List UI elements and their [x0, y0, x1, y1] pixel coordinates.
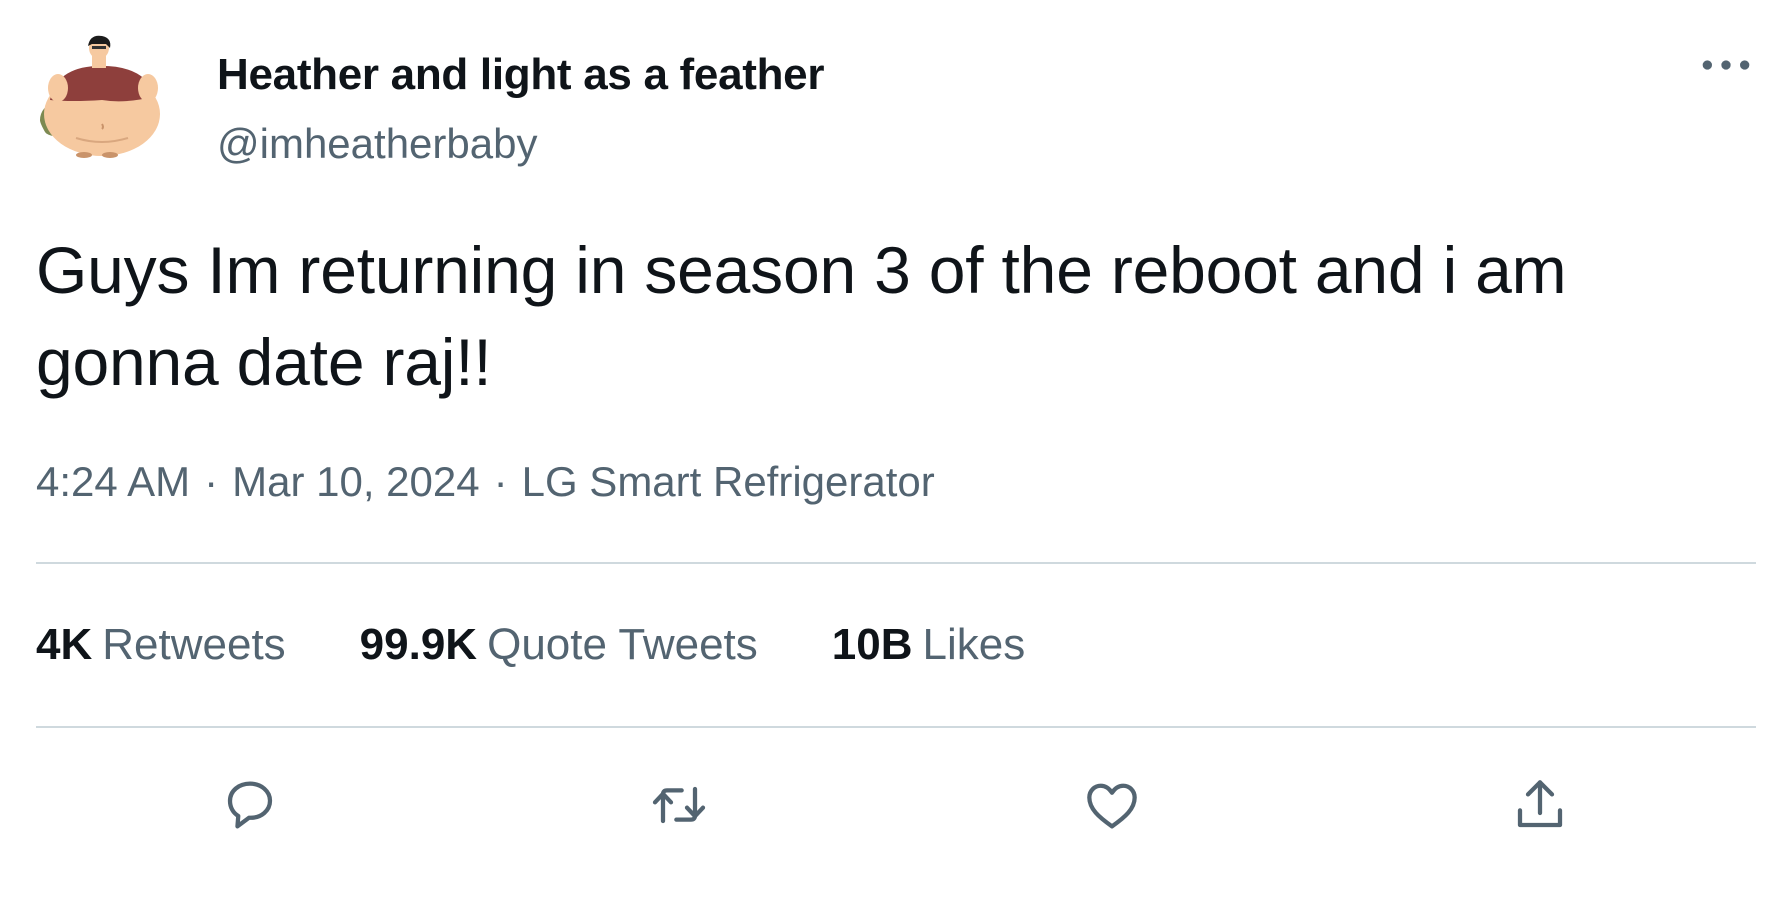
user-handle[interactable]: @imheatherbaby: [217, 120, 537, 168]
quote-tweets-stat[interactable]: 99.9K Quote Tweets: [360, 620, 758, 670]
avatar[interactable]: [36, 34, 166, 164]
retweet-icon: [652, 786, 706, 824]
cartoon-avatar-icon: [40, 35, 160, 158]
meta-separator: ·: [204, 458, 219, 505]
heart-icon: [1087, 783, 1137, 829]
likes-count: 10B: [831, 620, 913, 669]
tweet-stats: 4K Retweets 99.9K Quote Tweets 10B Likes: [36, 620, 1099, 670]
tweet-source[interactable]: LG Smart Refrigerator: [522, 458, 935, 505]
retweets-stat[interactable]: 4K Retweets: [36, 620, 286, 670]
quote-tweets-label: Quote Tweets: [487, 620, 758, 669]
share-icon: [1517, 780, 1563, 828]
display-name[interactable]: Heather and light as a feather: [217, 50, 824, 100]
retweet-button[interactable]: [644, 770, 714, 840]
reply-icon: [227, 781, 273, 829]
action-bar: [0, 770, 1788, 840]
share-button[interactable]: [1505, 770, 1575, 840]
more-options-button[interactable]: [1696, 48, 1756, 82]
likes-label: Likes: [922, 620, 1026, 669]
tweet-card: Heather and light as a feather @imheathe…: [0, 0, 1788, 909]
divider: [36, 726, 1756, 728]
reply-button[interactable]: [215, 770, 285, 840]
retweets-count: 4K: [36, 620, 93, 669]
tweet-date[interactable]: Mar 10, 2024: [232, 458, 480, 505]
more-icon: [1702, 60, 1750, 70]
divider: [36, 562, 1756, 564]
tweet-meta: 4:24 AM · Mar 10, 2024 · LG Smart Refrigerat…: [36, 458, 935, 506]
retweets-label: Retweets: [102, 620, 286, 669]
tweet-text: Guys Im returning in season 3 of the reb…: [36, 233, 1567, 399]
tweet-time[interactable]: 4:24 AM: [36, 458, 190, 505]
like-button[interactable]: [1077, 770, 1147, 840]
meta-separator: ·: [493, 458, 508, 505]
likes-stat[interactable]: 10B Likes: [832, 620, 1025, 670]
quote-tweets-count: 99.9K: [359, 620, 478, 669]
